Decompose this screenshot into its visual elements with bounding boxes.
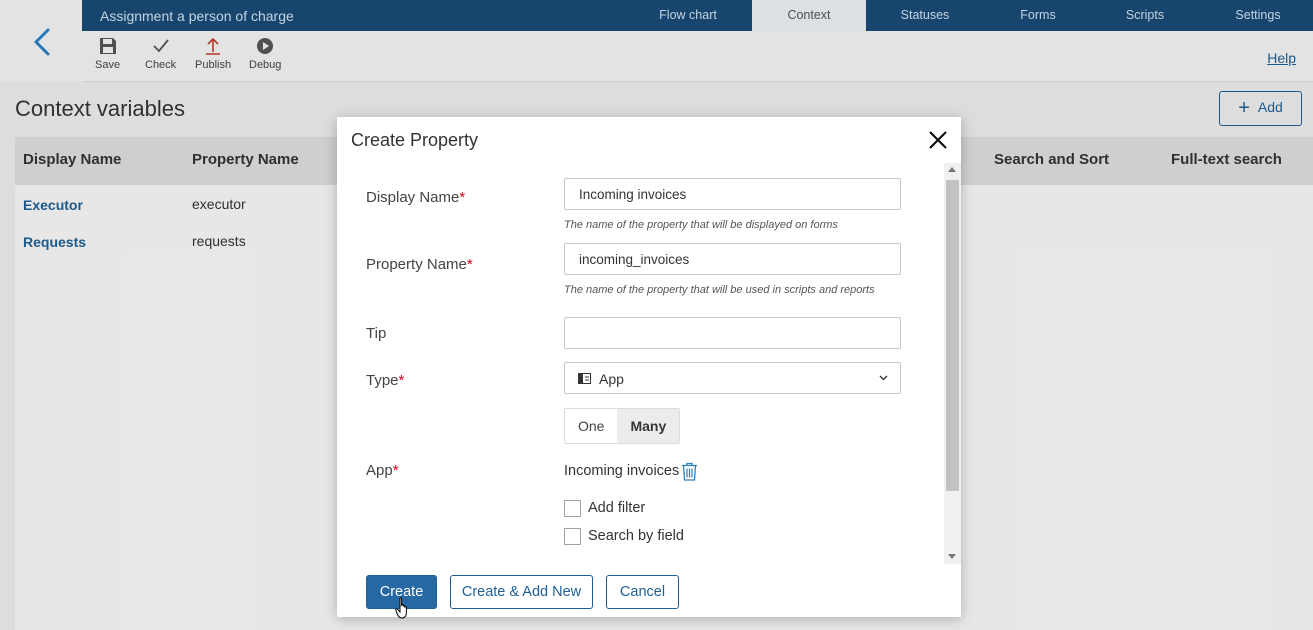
display-name-hint: The name of the property that will be di… (564, 219, 838, 231)
multiplicity-toggle: One Many (564, 408, 681, 444)
scrollbar-thumb[interactable] (946, 180, 959, 491)
type-select[interactable]: App (564, 362, 901, 394)
scroll-up-arrow-icon[interactable] (948, 167, 956, 172)
display-name-label: Display Name* (366, 189, 466, 206)
option-many[interactable]: Many (617, 409, 680, 443)
search-by-field-label: Search by field (588, 528, 684, 544)
create-property-dialog: Create Property Display Name* Incoming i… (337, 117, 961, 617)
tip-input[interactable] (564, 317, 901, 349)
cancel-button[interactable]: Cancel (606, 575, 679, 609)
search-by-field-checkbox[interactable] (564, 528, 581, 545)
create-and-add-new-button[interactable]: Create & Add New (450, 575, 593, 609)
dialog-title: Create Property (351, 130, 479, 150)
type-label: Type* (366, 372, 405, 389)
add-filter-label: Add filter (588, 500, 646, 516)
property-name-label: Property Name* (366, 256, 473, 273)
chevron-down-icon (879, 375, 888, 381)
display-name-input[interactable]: Incoming invoices (564, 178, 901, 210)
app-label: App* (366, 462, 399, 479)
close-icon[interactable] (927, 129, 949, 151)
trash-icon[interactable] (681, 462, 698, 481)
add-filter-checkbox[interactable] (564, 500, 581, 517)
scroll-down-arrow-icon[interactable] (948, 554, 956, 559)
property-name-hint: The name of the property that will be us… (564, 284, 875, 296)
app-value: Incoming invoices (564, 463, 680, 479)
property-name-input[interactable]: incoming_invoices (564, 243, 901, 275)
hand-cursor-icon (395, 597, 407, 619)
tip-label: Tip (366, 325, 387, 342)
option-one[interactable]: One (565, 409, 618, 443)
app-icon (578, 373, 591, 384)
dialog-scrollbar[interactable] (944, 163, 961, 564)
type-select-value: App (599, 371, 624, 387)
